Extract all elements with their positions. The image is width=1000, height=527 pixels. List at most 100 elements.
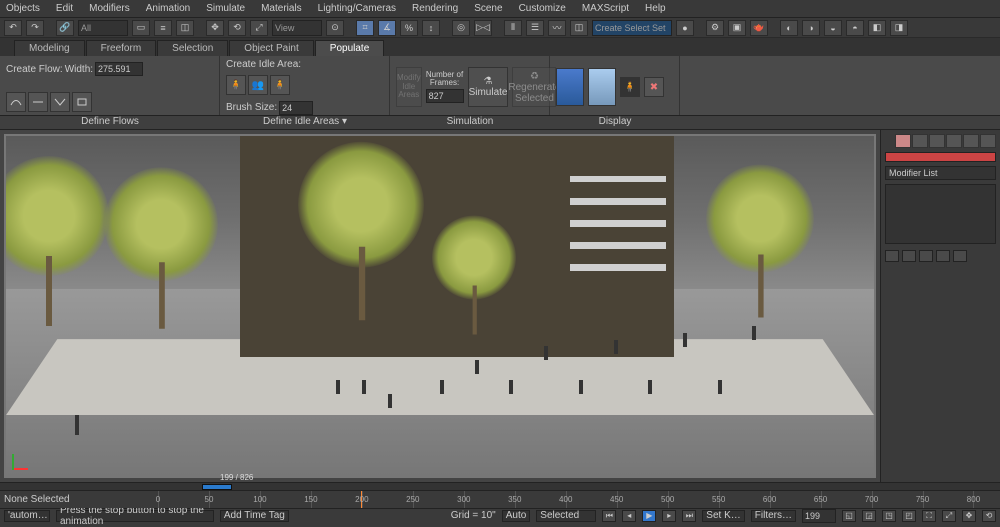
render-setup-button[interactable]: ⚙ bbox=[706, 20, 724, 36]
goto-start-button[interactable]: ⏮ bbox=[602, 510, 616, 522]
select-button[interactable]: ▭ bbox=[132, 20, 150, 36]
tool-e-button[interactable]: ◧ bbox=[868, 20, 886, 36]
viewport-nav-7[interactable]: ✥ bbox=[962, 510, 976, 522]
undo-button[interactable]: ↶ bbox=[4, 20, 22, 36]
viewport-nav-1[interactable]: ◱ bbox=[842, 510, 856, 522]
tool-d-button[interactable]: ◓ bbox=[846, 20, 864, 36]
current-frame-spinner[interactable]: 199 bbox=[802, 509, 836, 523]
show-end-result-button[interactable] bbox=[902, 250, 916, 262]
create-selection-set-input[interactable]: Create Select Set bbox=[592, 20, 672, 36]
select-name-button[interactable]: ≡ bbox=[154, 20, 172, 36]
menu-customize[interactable]: Customize bbox=[519, 3, 566, 14]
tick-area[interactable]: 0501001502002503003504004505005506006507… bbox=[158, 491, 1000, 508]
mirror-button[interactable]: ▷◁ bbox=[474, 20, 492, 36]
menu-objects[interactable]: Objects bbox=[6, 3, 40, 14]
key-filters-button[interactable]: Filters… bbox=[751, 510, 796, 522]
idle-people-2-icon[interactable]: 👥 bbox=[248, 75, 268, 95]
tab-object-paint[interactable]: Object Paint bbox=[229, 40, 313, 56]
pin-stack-button[interactable] bbox=[885, 250, 899, 262]
tool-b-button[interactable]: ◑ bbox=[802, 20, 820, 36]
tool-a-button[interactable]: ◐ bbox=[780, 20, 798, 36]
named-sel-set-button[interactable]: ◎ bbox=[452, 20, 470, 36]
menu-help[interactable]: Help bbox=[645, 3, 666, 14]
curve-editor-button[interactable]: 〰 bbox=[548, 20, 566, 36]
tab-modeling[interactable]: Modeling bbox=[14, 40, 85, 56]
auto-key-toggle[interactable]: Auto bbox=[502, 510, 531, 522]
menu-simulate[interactable]: Simulate bbox=[206, 3, 245, 14]
rotate-button[interactable]: ⟲ bbox=[228, 20, 246, 36]
render-button[interactable]: 🫖 bbox=[750, 20, 768, 36]
make-unique-button[interactable] bbox=[919, 250, 933, 262]
motion-tab[interactable] bbox=[946, 134, 962, 148]
viewport-nav-3[interactable]: ◳ bbox=[882, 510, 896, 522]
timeline-ruler[interactable]: None Selected 05010015020025030035040045… bbox=[0, 490, 1000, 508]
move-button[interactable]: ✥ bbox=[206, 20, 224, 36]
simulate-button[interactable]: ⚗ Simulate bbox=[468, 67, 509, 107]
time-slider-knob[interactable] bbox=[202, 484, 232, 490]
num-frames-spinner[interactable]: 827 bbox=[426, 89, 464, 103]
snap-toggle[interactable]: ⌗ bbox=[356, 20, 374, 36]
modifier-list-dropdown[interactable]: Modifier List bbox=[885, 166, 996, 180]
tab-freeform[interactable]: Freeform bbox=[86, 40, 157, 56]
brush-size-spinner[interactable]: 24 bbox=[279, 101, 313, 115]
ref-coord-dropdown[interactable]: View bbox=[272, 20, 322, 36]
hierarchy-tab[interactable] bbox=[929, 134, 945, 148]
set-key-button[interactable]: Set K… bbox=[702, 510, 744, 522]
track-bar[interactable]: 199 / 826 bbox=[0, 482, 1000, 490]
key-filters-dropdown[interactable]: Selected bbox=[536, 510, 596, 522]
goto-end-button[interactable]: ⏭ bbox=[682, 510, 696, 522]
menu-modifiers[interactable]: Modifiers bbox=[89, 3, 130, 14]
play-button[interactable]: ▶ bbox=[642, 510, 656, 522]
angle-snap-toggle[interactable]: ∡ bbox=[378, 20, 396, 36]
configure-sets-button[interactable] bbox=[953, 250, 967, 262]
menu-maxscript[interactable]: MAXScript bbox=[582, 3, 629, 14]
schematic-button[interactable]: ◫ bbox=[570, 20, 588, 36]
tool-f-button[interactable]: ◨ bbox=[890, 20, 908, 36]
display-swatch-1[interactable] bbox=[556, 68, 584, 106]
display-tab[interactable] bbox=[963, 134, 979, 148]
viewport-nav-4[interactable]: ◰ bbox=[902, 510, 916, 522]
select-region-button[interactable]: ◫ bbox=[176, 20, 194, 36]
flow-variant-2-button[interactable] bbox=[28, 92, 48, 112]
perspective-viewport[interactable] bbox=[4, 134, 876, 478]
modify-tab[interactable] bbox=[912, 134, 928, 148]
menu-materials[interactable]: Materials bbox=[261, 3, 302, 14]
flow-variant-3-button[interactable] bbox=[50, 92, 70, 112]
menu-scene[interactable]: Scene bbox=[474, 3, 502, 14]
viewport-nav-5[interactable]: ⛶ bbox=[922, 510, 936, 522]
render-frame-button[interactable]: ▣ bbox=[728, 20, 746, 36]
viewport-nav-2[interactable]: ◲ bbox=[862, 510, 876, 522]
create-tab[interactable] bbox=[895, 134, 911, 148]
utilities-tab[interactable] bbox=[980, 134, 996, 148]
object-color-swatch[interactable] bbox=[885, 152, 996, 162]
display-swatch-2[interactable] bbox=[588, 68, 616, 106]
scale-button[interactable]: ⤢ bbox=[250, 20, 268, 36]
layers-button[interactable]: ☰ bbox=[526, 20, 544, 36]
flow-variant-1-button[interactable] bbox=[6, 92, 26, 112]
align-button[interactable]: ⫴ bbox=[504, 20, 522, 36]
modify-idle-button[interactable]: Modify Idle Areas bbox=[396, 67, 422, 107]
add-time-tag-button[interactable]: Add Time Tag bbox=[220, 510, 289, 522]
menu-rendering[interactable]: Rendering bbox=[412, 3, 458, 14]
tool-c-button[interactable]: ◒ bbox=[824, 20, 842, 36]
prev-frame-button[interactable]: ◂ bbox=[622, 510, 636, 522]
display-delete-button[interactable]: ✖ bbox=[644, 77, 664, 97]
spinner-snap-toggle[interactable]: ↕ bbox=[422, 20, 440, 36]
viewport-nav-6[interactable]: ⤢ bbox=[942, 510, 956, 522]
remove-modifier-button[interactable] bbox=[936, 250, 950, 262]
idle-people-3-icon[interactable]: 🧍 bbox=[270, 75, 290, 95]
maxscript-listener[interactable]: 'autom… bbox=[4, 510, 50, 522]
display-toggle-button[interactable]: 🧍 bbox=[620, 77, 640, 97]
width-spinner[interactable]: 275.591 bbox=[95, 62, 143, 76]
menu-animation[interactable]: Animation bbox=[146, 3, 190, 14]
tab-selection[interactable]: Selection bbox=[157, 40, 228, 56]
flow-variant-4-button[interactable] bbox=[72, 92, 92, 112]
menu-edit[interactable]: Edit bbox=[56, 3, 73, 14]
redo-button[interactable]: ↷ bbox=[26, 20, 44, 36]
menu-lighting-cameras[interactable]: Lighting/Cameras bbox=[318, 3, 396, 14]
percent-snap-toggle[interactable]: % bbox=[400, 20, 418, 36]
modifier-stack[interactable] bbox=[885, 184, 996, 244]
tab-populate[interactable]: Populate bbox=[315, 40, 384, 56]
viewport-nav-8[interactable]: ⟲ bbox=[982, 510, 996, 522]
next-frame-button[interactable]: ▸ bbox=[662, 510, 676, 522]
